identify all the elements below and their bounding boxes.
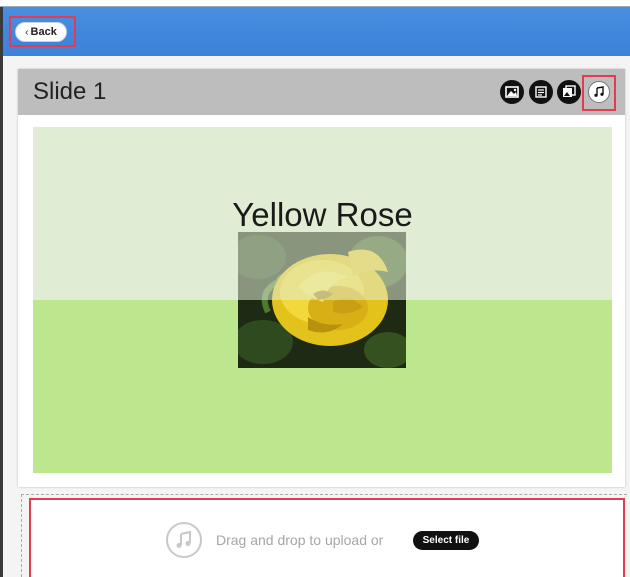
chevron-left-icon: ‹ — [25, 26, 29, 38]
photo-add-icon[interactable] — [557, 80, 581, 104]
window-top-edge — [0, 0, 630, 7]
back-button[interactable]: ‹ Back — [15, 22, 67, 42]
text-layout-icon[interactable] — [529, 80, 553, 104]
slide-preview[interactable]: Yellow Rose — [33, 127, 612, 473]
upload-prompt: Drag and drop to upload or — [216, 532, 384, 548]
slide-title: Slide 1 — [33, 78, 107, 105]
back-button-label: Back — [30, 26, 57, 38]
image-icon[interactable] — [500, 80, 524, 104]
music-note-icon[interactable] — [588, 81, 610, 103]
top-bar — [3, 7, 630, 56]
rose-photo — [238, 232, 406, 368]
photo-overlay-fade — [238, 232, 406, 300]
slide-heading: Yellow Rose — [232, 196, 413, 233]
music-upload-icon — [166, 522, 202, 558]
select-file-button[interactable]: Select file — [413, 531, 479, 550]
